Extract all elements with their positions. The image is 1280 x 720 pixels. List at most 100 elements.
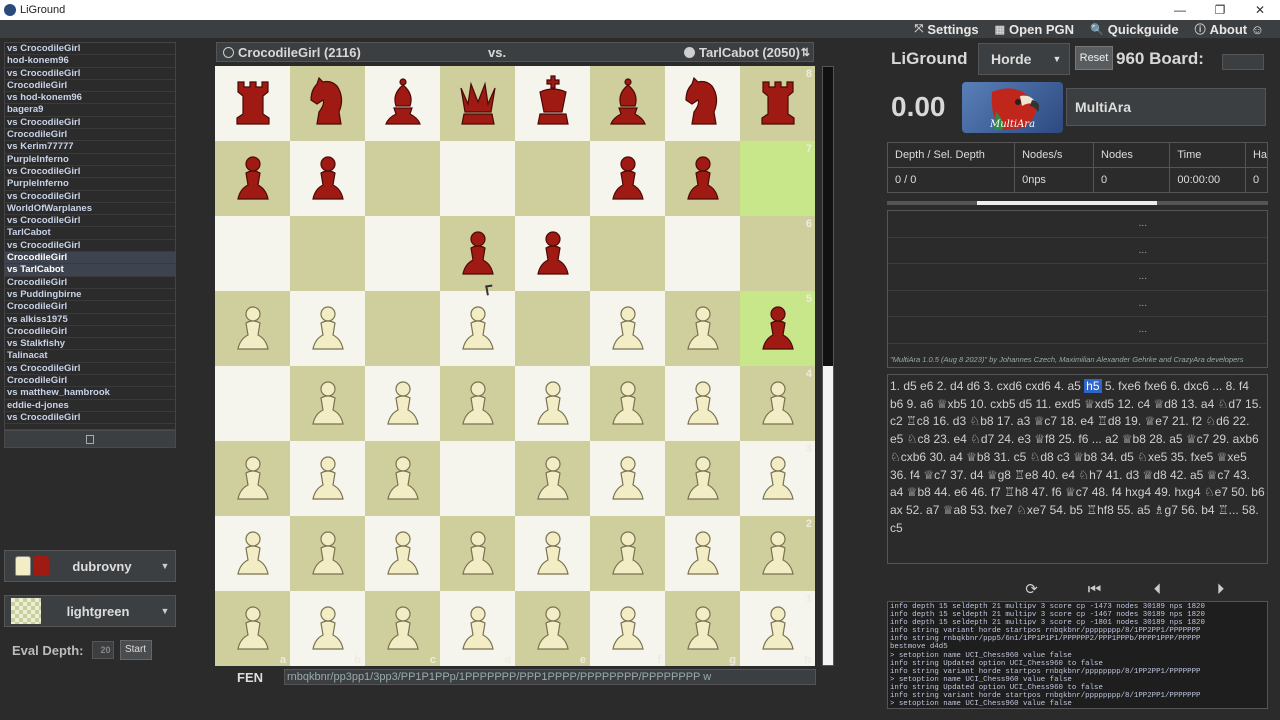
square-c3[interactable] [365,441,440,516]
menu-about[interactable]: ⓘ About ☺ [1195,21,1264,37]
square-d8[interactable] [440,66,515,141]
square-d6[interactable] [440,216,515,291]
black-pawn-icon[interactable] [303,149,353,208]
white-pawn-icon[interactable] [603,299,653,358]
game-list-item[interactable]: CrocodileGirl [5,252,175,265]
move-list[interactable]: 1. d5 e6 2. d4 d6 3. cxd6 cxd6 4. a5 h5 … [887,374,1268,564]
square-d1[interactable]: d [440,591,515,666]
square-b3[interactable] [290,441,365,516]
square-e6[interactable] [515,216,590,291]
game-list-item[interactable]: vs CrocodileGirl [5,215,175,228]
square-d5[interactable] [440,291,515,366]
eval-depth-input[interactable]: 20 [91,641,114,659]
game-list-item[interactable]: vs hod-konem96 [5,92,175,105]
square-c5[interactable] [365,291,440,366]
square-c8[interactable] [365,66,440,141]
square-d3[interactable] [440,441,515,516]
reset-button[interactable]: Reset [1075,46,1113,70]
square-h4[interactable]: 4 [740,366,815,441]
fen-input[interactable]: rnbqkbnr/pp3pp1/3pp3/PP1P1PPp/1PPPPPPP/P… [284,669,816,685]
menu-open-pgn[interactable]: ▦ Open PGN [995,22,1074,37]
white-pawn-icon[interactable] [753,374,803,433]
white-pawn-icon[interactable] [528,599,578,658]
game-list-item[interactable]: vs CrocodileGirl [5,43,175,56]
current-move[interactable]: h5 [1084,379,1102,393]
game-list-item[interactable]: CrocodileGirl [5,375,175,388]
white-pawn-icon[interactable] [453,299,503,358]
square-c4[interactable] [365,366,440,441]
white-pawn-icon[interactable] [378,599,428,658]
square-e2[interactable] [515,516,590,591]
white-pawn-icon[interactable] [303,299,353,358]
square-f4[interactable] [590,366,665,441]
square-h2[interactable]: 2 [740,516,815,591]
square-f3[interactable] [590,441,665,516]
square-f6[interactable] [590,216,665,291]
game-list-item[interactable]: WorldOfWarplanes [5,203,175,216]
black-rook-icon[interactable] [753,74,803,133]
white-pawn-icon[interactable] [228,299,278,358]
white-pawn-icon[interactable] [678,374,728,433]
engine-console[interactable]: info depth 15 seldepth 21 multipv 3 scor… [887,601,1268,709]
square-b8[interactable] [290,66,365,141]
black-bishop-icon[interactable] [378,74,428,133]
game-list-item[interactable]: bagera9 [5,104,175,117]
square-e5[interactable] [515,291,590,366]
white-pawn-icon[interactable] [303,599,353,658]
game-list-item[interactable]: vs TarlCabot [5,264,175,277]
game-list-item[interactable]: vs CrocodileGirl [5,412,175,425]
white-pawn-icon[interactable] [228,524,278,583]
engine-select[interactable]: MultiAra [1066,88,1266,126]
square-h5[interactable]: 5 [740,291,815,366]
next-move-button[interactable]: ⏵ [1189,581,1252,598]
square-d2[interactable] [440,516,515,591]
game-list-item[interactable]: vs CrocodileGirl [5,191,175,203]
white-pawn-icon[interactable] [678,524,728,583]
square-g4[interactable] [665,366,740,441]
square-b6[interactable] [290,216,365,291]
white-pawn-icon[interactable] [228,599,278,658]
game-list-item[interactable]: vs CrocodileGirl [5,68,175,80]
game-list-footer[interactable] [4,430,176,448]
white-pawn-icon[interactable] [228,449,278,508]
game-list-item[interactable]: vs Kerim77777 [5,141,175,154]
square-h7[interactable]: 7 [740,141,815,216]
move-text[interactable]: 1. d5 e6 2. d4 d6 3. cxd6 cxd6 4. a5 [890,379,1084,393]
game-list-item[interactable]: vs CrocodileGirl [5,363,175,376]
square-d4[interactable] [440,366,515,441]
white-pawn-icon[interactable] [678,599,728,658]
black-pawn-icon[interactable] [678,149,728,208]
square-c7[interactable] [365,141,440,216]
first-move-button[interactable]: ⏮ [1063,581,1126,598]
variant-select[interactable]: Horde ▼ [978,43,1070,75]
white-pawn-icon[interactable] [303,524,353,583]
minimize-button[interactable]: — [1160,3,1200,17]
white-pawn-icon[interactable] [303,374,353,433]
pv-line[interactable]: ... [888,238,1267,264]
board-960-input[interactable] [1222,54,1264,70]
close-button[interactable]: ✕ [1240,3,1280,17]
white-pawn-icon[interactable] [378,449,428,508]
game-list-item[interactable]: PurpleInferno [5,154,175,166]
square-e8[interactable] [515,66,590,141]
white-pawn-icon[interactable] [603,374,653,433]
white-pawn-icon[interactable] [378,374,428,433]
white-pawn-icon[interactable] [453,374,503,433]
game-list-item[interactable]: vs Stalkfishy [5,338,175,351]
square-a3[interactable] [215,441,290,516]
square-f8[interactable] [590,66,665,141]
square-f7[interactable] [590,141,665,216]
square-a5[interactable] [215,291,290,366]
black-rook-icon[interactable] [228,74,278,133]
black-bishop-icon[interactable] [603,74,653,133]
white-pawn-icon[interactable] [603,524,653,583]
pv-line[interactable]: ... [888,211,1267,238]
previous-move-button[interactable]: ⏴ [1126,581,1189,598]
black-pawn-icon[interactable] [603,149,653,208]
white-pawn-icon[interactable] [378,524,428,583]
game-list-item[interactable]: CrocodileGirl [5,277,175,289]
maximize-button[interactable]: ❐ [1200,3,1240,17]
white-pawn-icon[interactable] [678,299,728,358]
document-icon[interactable] [86,434,94,444]
game-list-item[interactable]: vs CrocodileGirl [5,117,175,130]
